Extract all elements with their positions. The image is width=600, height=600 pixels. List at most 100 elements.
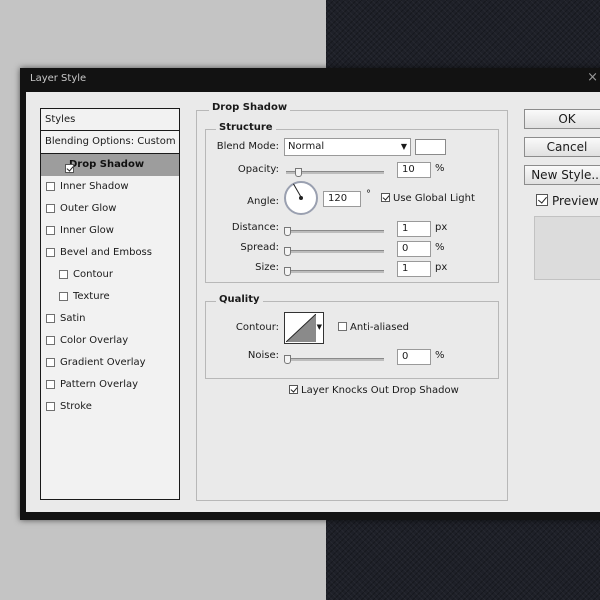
knockout-checkbox[interactable]: Layer Knocks Out Drop Shadow — [289, 385, 459, 396]
style-item-label: Inner Shadow — [60, 181, 129, 192]
distance-slider-thumb[interactable] — [284, 227, 291, 236]
anti-aliased-checkbox[interactable]: Anti-aliased — [338, 322, 409, 333]
title-bar[interactable]: Layer Style × — [20, 68, 600, 92]
knockout-label: Layer Knocks Out Drop Shadow — [301, 385, 459, 396]
style-item-gradient-overlay[interactable]: Gradient Overlay — [41, 352, 179, 374]
layer-style-dialog: Layer Style × Styles Blending Options: C… — [20, 68, 600, 520]
contour-label: Contour: — [235, 322, 279, 333]
angle-label: Angle: — [247, 196, 279, 207]
inner-glow-checkbox[interactable] — [46, 226, 55, 235]
style-item-bevel-and-emboss[interactable]: Bevel and Emboss — [41, 242, 179, 264]
color-overlay-checkbox[interactable] — [46, 336, 55, 345]
gradient-overlay-checkbox[interactable] — [46, 358, 55, 367]
use-global-light-label: Use Global Light — [393, 193, 475, 204]
contour-picker[interactable]: ▼ — [284, 312, 324, 344]
cancel-button[interactable]: Cancel — [524, 137, 600, 157]
pattern-overlay-checkbox[interactable] — [46, 380, 55, 389]
use-global-light-check-icon — [381, 193, 390, 202]
drop-shadow-title: Drop Shadow — [209, 102, 291, 113]
satin-checkbox[interactable] — [46, 314, 55, 323]
opacity-label: Opacity: — [237, 164, 279, 175]
anti-aliased-label: Anti-aliased — [350, 322, 410, 333]
blending-options-item[interactable]: Blending Options: Custom — [41, 131, 179, 154]
styles-list: Styles Blending Options: Custom Drop Sha… — [40, 108, 180, 500]
distance-input[interactable]: 1 — [397, 221, 431, 237]
size-input[interactable]: 1 — [397, 261, 431, 277]
opacity-unit: % — [435, 163, 445, 174]
style-item-outer-glow[interactable]: Outer Glow — [41, 198, 179, 220]
style-item-contour[interactable]: Contour — [41, 264, 179, 286]
noise-input[interactable]: 0 — [397, 349, 431, 365]
styles-header[interactable]: Styles — [41, 109, 179, 131]
preview-checkbox[interactable]: Preview — [536, 194, 599, 208]
style-item-label: Satin — [60, 313, 86, 324]
drop-shadow-panel: Drop Shadow Structure Blend Mode: Normal… — [196, 102, 508, 501]
distance-slider[interactable] — [286, 230, 384, 233]
angle-input[interactable]: 120 — [323, 191, 361, 207]
style-item-label: Stroke — [60, 401, 92, 412]
preview-label: Preview — [552, 194, 599, 208]
style-item-texture[interactable]: Texture — [41, 286, 179, 308]
blend-mode-select[interactable]: Normal ▼ — [284, 138, 411, 156]
preview-thumbnail — [534, 216, 600, 280]
style-item-label: Drop Shadow — [69, 159, 145, 170]
angle-dial[interactable] — [284, 181, 318, 215]
style-item-label: Texture — [73, 291, 110, 302]
distance-unit: px — [435, 222, 448, 233]
size-slider[interactable] — [286, 270, 384, 273]
contour-checkbox[interactable] — [59, 270, 68, 279]
spread-slider[interactable] — [286, 250, 384, 253]
distance-label: Distance: — [231, 222, 279, 233]
outer-glow-checkbox[interactable] — [46, 204, 55, 213]
degree-unit: ° — [366, 189, 371, 200]
contour-curve-icon — [286, 314, 316, 342]
spread-slider-thumb[interactable] — [284, 247, 291, 256]
structure-group: Structure Blend Mode: Normal ▼ Opacity: … — [205, 122, 499, 283]
chevron-down-icon: ▼ — [316, 323, 322, 331]
opacity-input[interactable]: 10 — [397, 162, 431, 178]
style-item-label: Outer Glow — [60, 203, 117, 214]
texture-checkbox[interactable] — [59, 292, 68, 301]
style-item-inner-glow[interactable]: Inner Glow — [41, 220, 179, 242]
spread-label: Spread: — [240, 242, 279, 253]
style-item-label: Pattern Overlay — [60, 379, 139, 390]
stroke-checkbox[interactable] — [46, 402, 55, 411]
style-item-stroke[interactable]: Stroke — [41, 396, 179, 418]
opacity-slider-thumb[interactable] — [295, 168, 302, 177]
blend-mode-label: Blend Mode: — [216, 141, 279, 152]
style-item-drop-shadow[interactable]: Drop Shadow — [41, 154, 179, 176]
noise-unit: % — [435, 350, 445, 361]
size-unit: px — [435, 262, 448, 273]
spread-input[interactable]: 0 — [397, 241, 431, 257]
style-item-label: Contour — [73, 269, 113, 280]
structure-title: Structure — [216, 122, 276, 133]
style-item-inner-shadow[interactable]: Inner Shadow — [41, 176, 179, 198]
close-icon[interactable]: × — [587, 70, 598, 85]
new-style-button[interactable]: New Style... — [524, 165, 600, 185]
window-title: Layer Style — [30, 73, 87, 84]
quality-group: Quality Contour: ▼ Anti-aliased Noise: 0… — [205, 294, 499, 379]
style-item-satin[interactable]: Satin — [41, 308, 179, 330]
style-item-label: Inner Glow — [60, 225, 114, 236]
style-item-label: Gradient Overlay — [60, 357, 146, 368]
noise-slider[interactable] — [286, 358, 384, 361]
size-slider-thumb[interactable] — [284, 267, 291, 276]
size-label: Size: — [255, 262, 279, 273]
shadow-color-swatch[interactable] — [415, 139, 446, 155]
style-item-pattern-overlay[interactable]: Pattern Overlay — [41, 374, 179, 396]
blend-mode-value: Normal — [288, 141, 325, 152]
style-item-color-overlay[interactable]: Color Overlay — [41, 330, 179, 352]
ok-button[interactable]: OK — [524, 109, 600, 129]
inner-shadow-checkbox[interactable] — [46, 182, 55, 191]
chevron-down-icon: ▼ — [400, 142, 407, 151]
angle-needle — [293, 183, 302, 198]
style-item-label: Color Overlay — [60, 335, 129, 346]
knockout-check-icon — [289, 385, 298, 394]
spread-unit: % — [435, 242, 445, 253]
use-global-light-checkbox[interactable]: Use Global Light — [381, 193, 475, 204]
quality-title: Quality — [216, 294, 263, 305]
bevel-and-emboss-checkbox[interactable] — [46, 248, 55, 257]
noise-slider-thumb[interactable] — [284, 355, 291, 364]
drop-shadow-checkbox[interactable] — [65, 164, 74, 173]
style-item-label: Bevel and Emboss — [60, 247, 152, 258]
